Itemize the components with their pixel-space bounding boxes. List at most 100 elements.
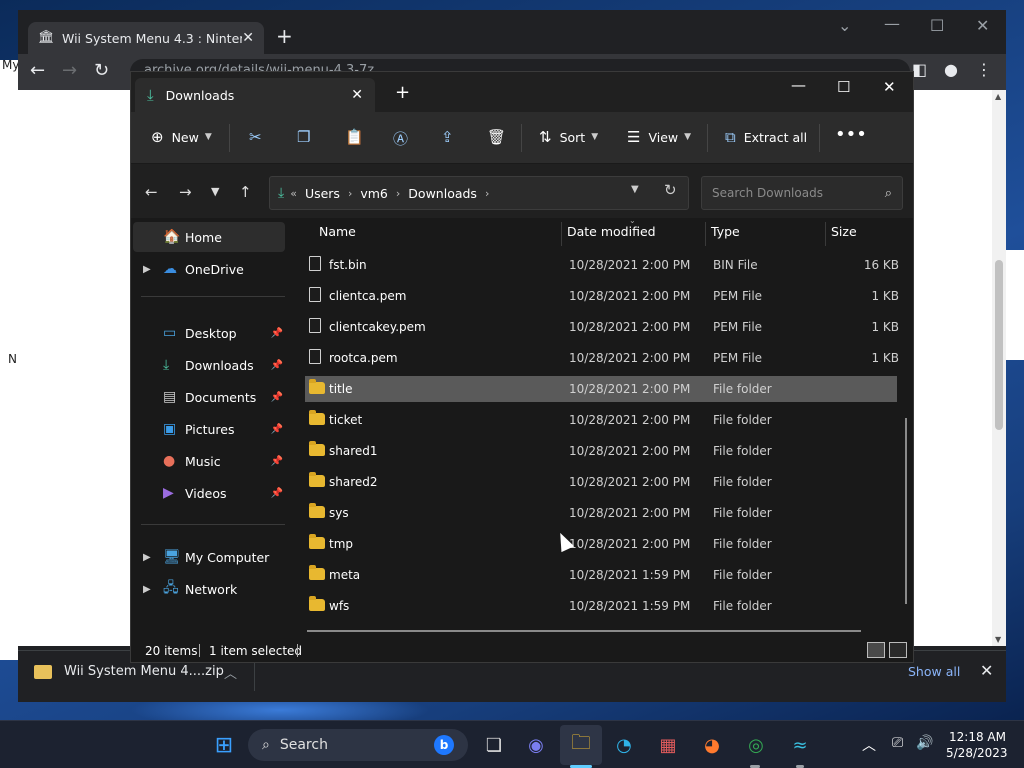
profile-icon[interactable]: ● [944,60,958,79]
show-hidden-icons-chevron-icon[interactable]: ︿ [862,735,876,755]
back-icon[interactable]: ← [30,60,45,81]
view-button[interactable]: ☰ View ▼ [627,128,691,146]
extract-all-button[interactable]: ⧉ Extract all [725,128,807,146]
scroll-down-arrow-icon[interactable]: ▼ [995,635,1001,644]
network-tray-icon[interactable]: ⎚ [892,735,903,751]
folder-row[interactable]: title 10/28/2021 2:00 PM File folder [305,376,897,402]
folder-row[interactable]: meta 10/28/2021 1:59 PM File folder [305,562,897,588]
close-window-icon[interactable]: ✕ [883,78,896,96]
address-history-chevron-icon[interactable]: ▼ [631,184,639,195]
scroll-up-arrow-icon[interactable]: ▲ [995,92,1001,101]
refresh-icon[interactable]: ↻ [664,181,677,199]
nav-item-videos[interactable]: ▶ Videos 📌 [133,478,285,508]
chat-icon[interactable]: ◉ [522,731,550,759]
store-icon[interactable]: ▦ [654,731,682,759]
back-icon[interactable]: ← [145,183,158,201]
pin-icon[interactable]: 📌 [271,328,283,339]
expand-chevron-icon[interactable]: ▶ [143,584,151,595]
breadcrumb-overflow[interactable]: « [290,187,297,200]
browser-tab[interactable]: 🏛 Wii System Menu 4.3 : Nintendo ✕ [28,22,264,54]
task-view-icon[interactable]: ❏ [480,731,508,759]
sort-button[interactable]: ⇅ Sort ▼ [539,128,598,146]
copy-button[interactable]: ❐ [297,128,318,146]
breadcrumb-downloads[interactable]: Downloads [408,186,477,201]
maximize-icon[interactable]: ☐ [930,16,944,35]
system-clock[interactable]: 12:18 AM 5/28/2023 [946,729,1008,761]
nav-item-desktop[interactable]: ▭ Desktop 📌 [133,318,285,348]
forward-icon[interactable]: → [179,183,192,201]
nav-item-music[interactable]: ● Music 📌 [133,446,285,476]
column-divider[interactable] [825,222,826,246]
chrome-icon[interactable]: ◎ [742,731,770,759]
nav-item-documents[interactable]: ▤ Documents 📌 [133,382,285,412]
maximize-icon[interactable]: ☐ [837,78,850,96]
close-tab-icon[interactable]: ✕ [351,87,363,103]
pin-icon[interactable]: 📌 [271,488,283,499]
menu-kebab-icon[interactable]: ⋮ [976,60,992,79]
folder-row[interactable]: ticket 10/28/2021 2:00 PM File folder [305,407,897,433]
pin-icon[interactable]: 📌 [271,456,283,467]
delete-button[interactable]: 🗑 [487,128,514,146]
side-panel-icon[interactable]: ◧ [912,60,927,79]
minimize-icon[interactable]: — [884,14,900,33]
breadcrumb-bar[interactable]: ⤓ « Users › vm6 › Downloads › [269,176,689,210]
edge-icon[interactable]: ◔ [610,731,638,759]
download-item[interactable]: Wii System Menu 4....zip [34,664,224,679]
breadcrumb-vm6[interactable]: vm6 [360,186,388,201]
new-tab-button[interactable]: + [276,24,293,48]
expand-chevron-icon[interactable]: ▶ [143,552,151,563]
download-options-chevron-icon[interactable]: ︿ [224,663,237,682]
pin-icon[interactable]: 📌 [271,392,283,403]
new-button[interactable]: ⊕ New ▼ [151,128,212,146]
new-tab-button[interactable]: + [395,82,410,103]
nav-item-pictures[interactable]: ▣ Pictures 📌 [133,414,285,444]
search-input[interactable]: Search Downloads ⌕ [701,176,903,210]
column-header-name[interactable]: Name [319,224,356,239]
taskbar-search-box[interactable]: ⌕ Search b [248,729,468,761]
tiles-view-button[interactable] [889,642,907,658]
close-window-icon[interactable]: ✕ [976,16,989,35]
folder-row[interactable]: sys 10/28/2021 2:00 PM File folder [305,500,897,526]
vertical-scrollbar[interactable] [905,418,907,604]
folder-row[interactable]: shared2 10/28/2021 2:00 PM File folder [305,469,897,495]
expand-chevron-icon[interactable]: ▶ [143,264,151,275]
column-header-date-modified[interactable]: Date modified [567,224,656,239]
show-all-downloads-link[interactable]: Show all [908,664,960,679]
folder-row[interactable]: shared1 10/28/2021 2:00 PM File folder [305,438,897,464]
nav-item-network[interactable]: ▶ 🖧 Network [133,574,285,604]
reload-icon[interactable]: ↻ [94,60,109,81]
horizontal-scrollbar[interactable] [307,630,861,632]
windows-start-icon[interactable]: ⊞ [210,731,238,759]
forward-icon[interactable]: → [62,60,77,81]
explorer-tab-downloads[interactable]: ⤓ Downloads ✕ [135,78,375,112]
up-arrow-icon[interactable]: ↑ [239,183,252,201]
rename-button[interactable]: Ⓐ [393,128,416,149]
see-more-button[interactable]: ••• [835,124,867,145]
file-row[interactable]: fst.bin 10/28/2021 2:00 PM BIN File 16 KB [305,252,899,278]
file-row[interactable]: clientcakey.pem 10/28/2021 2:00 PM PEM Fil… [305,314,899,340]
close-download-shelf-icon[interactable]: ✕ [980,661,993,680]
file-row[interactable]: rootca.pem 10/28/2021 2:00 PM PEM File 1 KB [305,345,899,371]
volume-icon[interactable]: 🔊 [916,735,933,751]
details-view-button[interactable] [867,642,885,658]
bing-icon[interactable]: b [434,735,454,755]
firefox-icon[interactable]: ◕ [698,731,726,759]
tab-search-chevron-icon[interactable]: ⌄ [838,16,851,35]
column-divider[interactable] [705,222,706,246]
share-button[interactable]: ⇪ [441,128,462,146]
close-tab-icon[interactable]: ✕ [242,30,254,46]
pin-icon[interactable]: 📌 [271,360,283,371]
recent-locations-chevron-icon[interactable]: ▼ [211,185,219,198]
nav-item-onedrive[interactable]: ▶ ☁ OneDrive [133,254,285,284]
column-divider[interactable] [561,222,562,246]
minimize-icon[interactable]: — [791,76,806,94]
nav-item-downloads[interactable]: ⤓ Downloads 📌 [133,350,285,380]
pin-icon[interactable]: 📌 [271,424,283,435]
folder-row[interactable]: tmp 10/28/2021 2:00 PM File folder [305,531,897,557]
cut-button[interactable]: ✂ [249,128,270,146]
file-row[interactable]: clientca.pem 10/28/2021 2:00 PM PEM File 1 … [305,283,899,309]
file-explorer-taskbar-icon[interactable]: 🗀 [567,730,595,759]
scrollbar-thumb[interactable] [995,260,1003,430]
paste-button[interactable]: 📋 [345,128,372,146]
nav-item-home[interactable]: 🏠 Home [133,222,285,252]
